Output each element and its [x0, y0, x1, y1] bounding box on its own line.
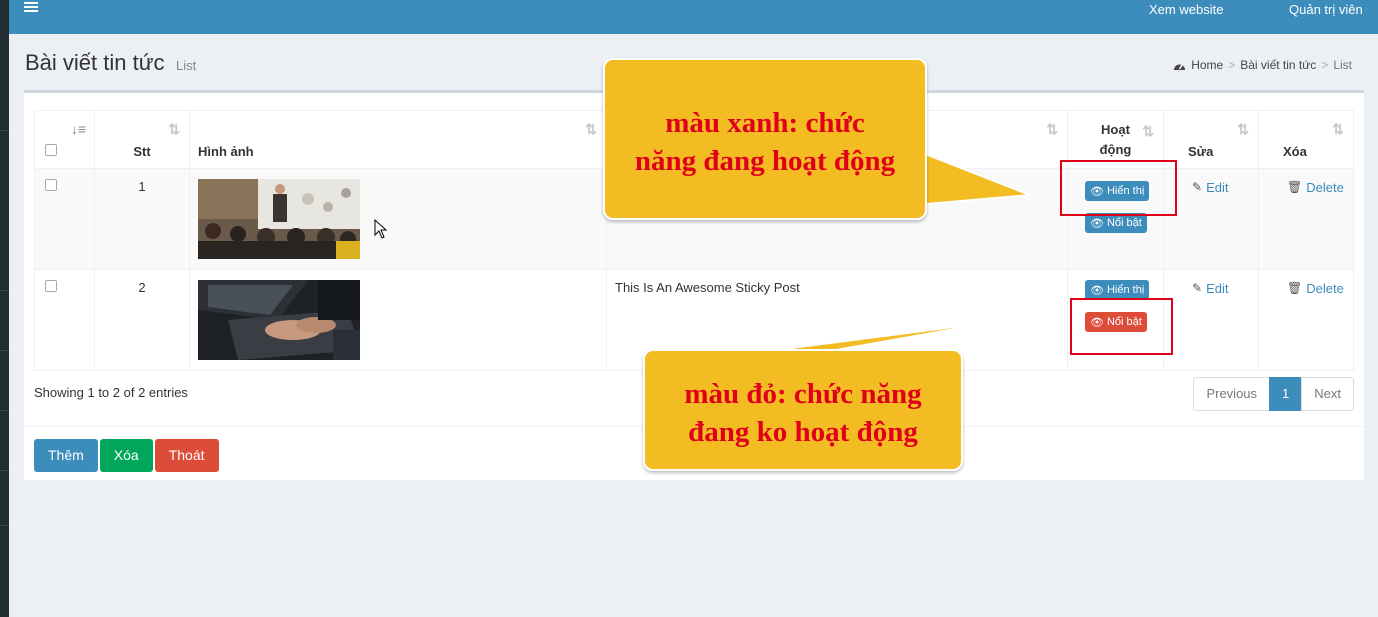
annotation-text: màu xanh: chức	[665, 107, 865, 139]
highlight-box-inactive	[1070, 298, 1173, 355]
annotation-callout-blue: màu xanh: chức năng đang hoạt động	[603, 58, 927, 220]
annotation-text: năng đang hoạt động	[634, 145, 896, 177]
annotation-text: đang ko hoạt động	[688, 416, 918, 448]
annotation-text: màu đỏ: chức năng	[684, 378, 922, 410]
annotation-callout-red: màu đỏ: chức năng đang ko hoạt động	[643, 349, 963, 471]
highlight-box-active	[1060, 160, 1177, 216]
